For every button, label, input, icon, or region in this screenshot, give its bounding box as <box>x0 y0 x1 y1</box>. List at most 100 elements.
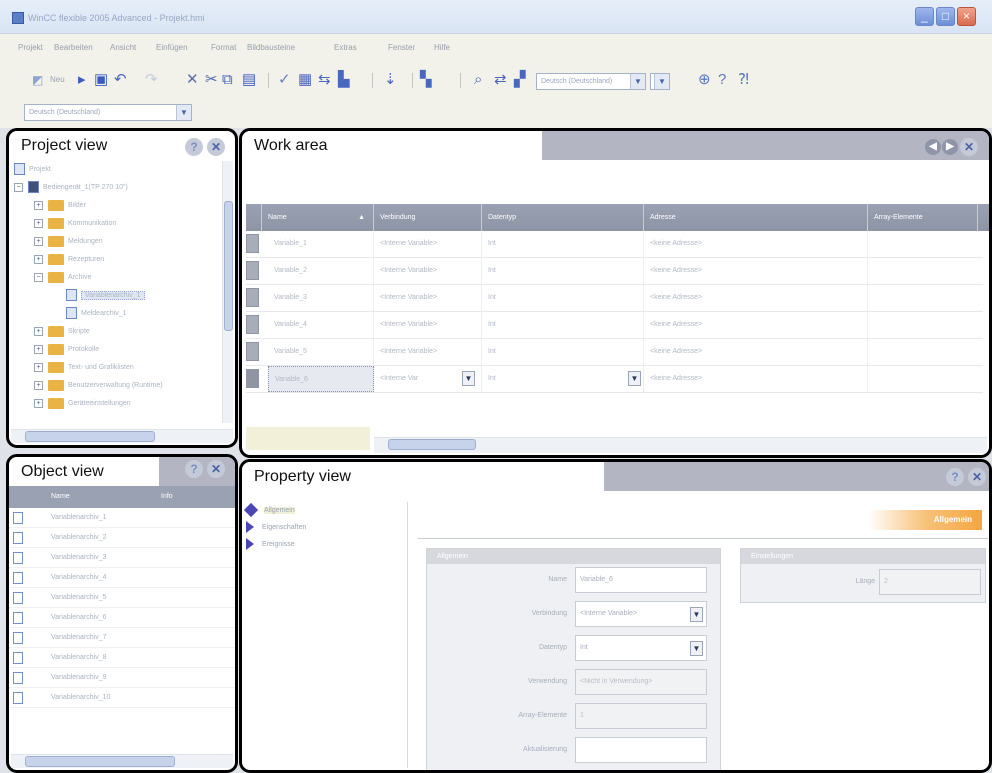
column-header-adresse[interactable]: Adresse <box>644 204 868 231</box>
menu-projekt[interactable]: Projekt <box>18 43 43 52</box>
help-icon[interactable]: ? <box>946 468 964 486</box>
horizontal-scrollbar[interactable] <box>374 437 987 453</box>
scroll-thumb[interactable] <box>25 756 175 767</box>
menu-bildbausteine[interactable]: Bildbausteine <box>247 43 295 52</box>
scroll-thumb[interactable] <box>25 431 155 442</box>
chevron-down-icon[interactable]: ▼ <box>176 105 191 120</box>
replace-icon[interactable]: ⇄ <box>494 71 507 89</box>
help-icon[interactable]: ? <box>185 460 203 478</box>
list-item[interactable]: Variablenarchiv_1 <box>9 508 235 528</box>
horizontal-scrollbar[interactable] <box>11 429 233 443</box>
expand-icon[interactable]: + <box>34 344 43 354</box>
row-header[interactable] <box>246 288 259 307</box>
help-icon[interactable]: ⊕ <box>698 71 711 89</box>
language-combo-arrow[interactable]: ▼ <box>650 73 670 90</box>
cell-connection[interactable]: <Interne Variable> <box>374 231 482 257</box>
tree-item-skripte[interactable]: + Skripte <box>34 323 90 341</box>
menu-einfuegen[interactable]: Einfügen <box>156 43 188 52</box>
expand-icon[interactable]: + <box>34 218 43 228</box>
menu-ansicht[interactable]: Ansicht <box>110 43 136 52</box>
cell-address[interactable]: <keine Adresse> <box>644 366 868 392</box>
close-icon[interactable]: ✕ <box>207 138 225 156</box>
menu-format[interactable]: Format <box>211 43 236 52</box>
row-header[interactable] <box>246 369 259 388</box>
nav-item-ereignisse[interactable]: Ereignisse <box>246 536 386 553</box>
cell-address[interactable]: <keine Adresse> <box>644 231 868 257</box>
save-icon[interactable]: ▣ <box>94 71 108 89</box>
cell-connection[interactable]: <Interne Variable> <box>374 312 482 338</box>
table-row[interactable]: Variable_1 <Interne Variable> Int <keine… <box>246 231 983 258</box>
language-combo[interactable]: Deutsch (Deutschland) ▼ <box>536 73 646 90</box>
tree-item-bilder[interactable]: + Bilder <box>34 197 86 215</box>
row-header[interactable] <box>246 315 259 334</box>
update-field[interactable] <box>575 737 707 763</box>
tree-item-geraeteeinstellungen[interactable]: + Geräteeinstellungen <box>34 395 131 413</box>
row-header[interactable] <box>246 234 259 253</box>
cell-type[interactable]: Int <box>482 258 644 284</box>
tree-item-benutzerverwaltung[interactable]: + Benutzerverwaltung (Runtime) <box>34 377 163 395</box>
context-help-icon[interactable]: ⁈ <box>738 71 749 89</box>
tree-item-meldungen[interactable]: + Meldungen <box>34 233 103 251</box>
expand-icon[interactable]: + <box>34 326 43 336</box>
cell-name[interactable]: Variable_6 <box>268 366 374 392</box>
menu-hilfe[interactable]: Hilfe <box>434 43 450 52</box>
tree-item-project[interactable]: Projekt <box>14 161 51 179</box>
whats-this-icon[interactable]: ? <box>718 71 726 89</box>
chevron-down-icon[interactable]: ▼ <box>462 371 475 386</box>
collapse-icon[interactable]: − <box>14 182 23 192</box>
table-row[interactable]: Variable_5 <Interne Variable> Int <keine… <box>246 339 983 366</box>
crossref-icon[interactable]: ▞ <box>514 71 526 89</box>
horizontal-scrollbar[interactable] <box>11 754 233 768</box>
menu-fenster[interactable]: Fenster <box>388 43 415 52</box>
column-header-verbindung[interactable]: Verbindung <box>374 204 482 231</box>
collapse-icon[interactable]: − <box>34 272 43 282</box>
list-item[interactable]: Variablenarchiv_6 <box>9 608 235 628</box>
list-item[interactable]: Variablenarchiv_10 <box>9 688 235 708</box>
search-icon[interactable]: ⌕ <box>474 71 482 89</box>
cell-address[interactable]: <keine Adresse> <box>644 339 868 365</box>
cell-connection[interactable]: <Interne Variable> <box>374 285 482 311</box>
list-item[interactable]: Variablenarchiv_2 <box>9 528 235 548</box>
scroll-thumb[interactable] <box>388 439 476 450</box>
close-icon[interactable]: ✕ <box>968 468 986 486</box>
column-header-datentyp[interactable]: Datentyp <box>482 204 644 231</box>
close-icon[interactable]: ✕ <box>207 460 225 478</box>
open-icon[interactable]: ▸ <box>78 71 86 89</box>
redo-icon[interactable]: ↷ <box>145 71 158 89</box>
nav-item-eigenschaften[interactable]: Eigenschaften <box>246 519 386 536</box>
nav-item-allgemein[interactable]: Allgemein <box>243 502 386 519</box>
new-icon[interactable]: ◩ <box>32 71 43 89</box>
new-label[interactable]: Neu <box>50 71 65 89</box>
table-row[interactable]: Variable_4 <Interne Variable> Int <keine… <box>246 312 983 339</box>
expand-icon[interactable]: + <box>34 254 43 264</box>
cut-icon[interactable]: ✂ <box>205 71 218 89</box>
chevron-down-icon[interactable]: ▼ <box>690 607 703 622</box>
chevron-down-icon[interactable]: ▼ <box>628 371 641 386</box>
cell-type[interactable]: Int <box>482 312 644 338</box>
cell-address[interactable]: <keine Adresse> <box>644 312 868 338</box>
cell-type[interactable]: Int <box>482 339 644 365</box>
menu-bearbeiten[interactable]: Bearbeiten <box>54 43 93 52</box>
list-item[interactable]: Variablenarchiv_7 <box>9 628 235 648</box>
tree-item-device[interactable]: − Bediengerät_1(TP 270 10") <box>14 179 128 197</box>
copy-icon[interactable]: ⧉ <box>222 71 233 89</box>
delete-icon[interactable]: ✕ <box>186 71 199 89</box>
list-item[interactable]: Variablenarchiv_5 <box>9 588 235 608</box>
cell-name[interactable]: Variable_3 <box>268 285 374 311</box>
cell-type[interactable]: Int <box>482 285 644 311</box>
language-icon[interactable]: ⇣ <box>384 71 397 89</box>
minimize-button[interactable]: _ <box>915 7 934 26</box>
font-combo[interactable]: Deutsch (Deutschland) ▼ <box>24 104 192 121</box>
list-item[interactable]: Variablenarchiv_3 <box>9 548 235 568</box>
row-header[interactable] <box>246 261 259 280</box>
column-header-array[interactable]: Array-Elemente <box>868 204 978 231</box>
expand-icon[interactable]: + <box>34 236 43 246</box>
close-icon[interactable]: ✕ <box>960 138 978 156</box>
cell-connection[interactable]: <Interne Variable> <box>374 258 482 284</box>
cell-type[interactable]: Int <box>482 231 644 257</box>
check-icon[interactable]: ✓ <box>278 71 291 89</box>
table-row[interactable]: Variable_3 <Interne Variable> Int <keine… <box>246 285 983 312</box>
chevron-down-icon[interactable]: ▼ <box>690 641 703 656</box>
chevron-down-icon[interactable]: ▼ <box>654 74 669 89</box>
row-header[interactable] <box>246 342 259 361</box>
